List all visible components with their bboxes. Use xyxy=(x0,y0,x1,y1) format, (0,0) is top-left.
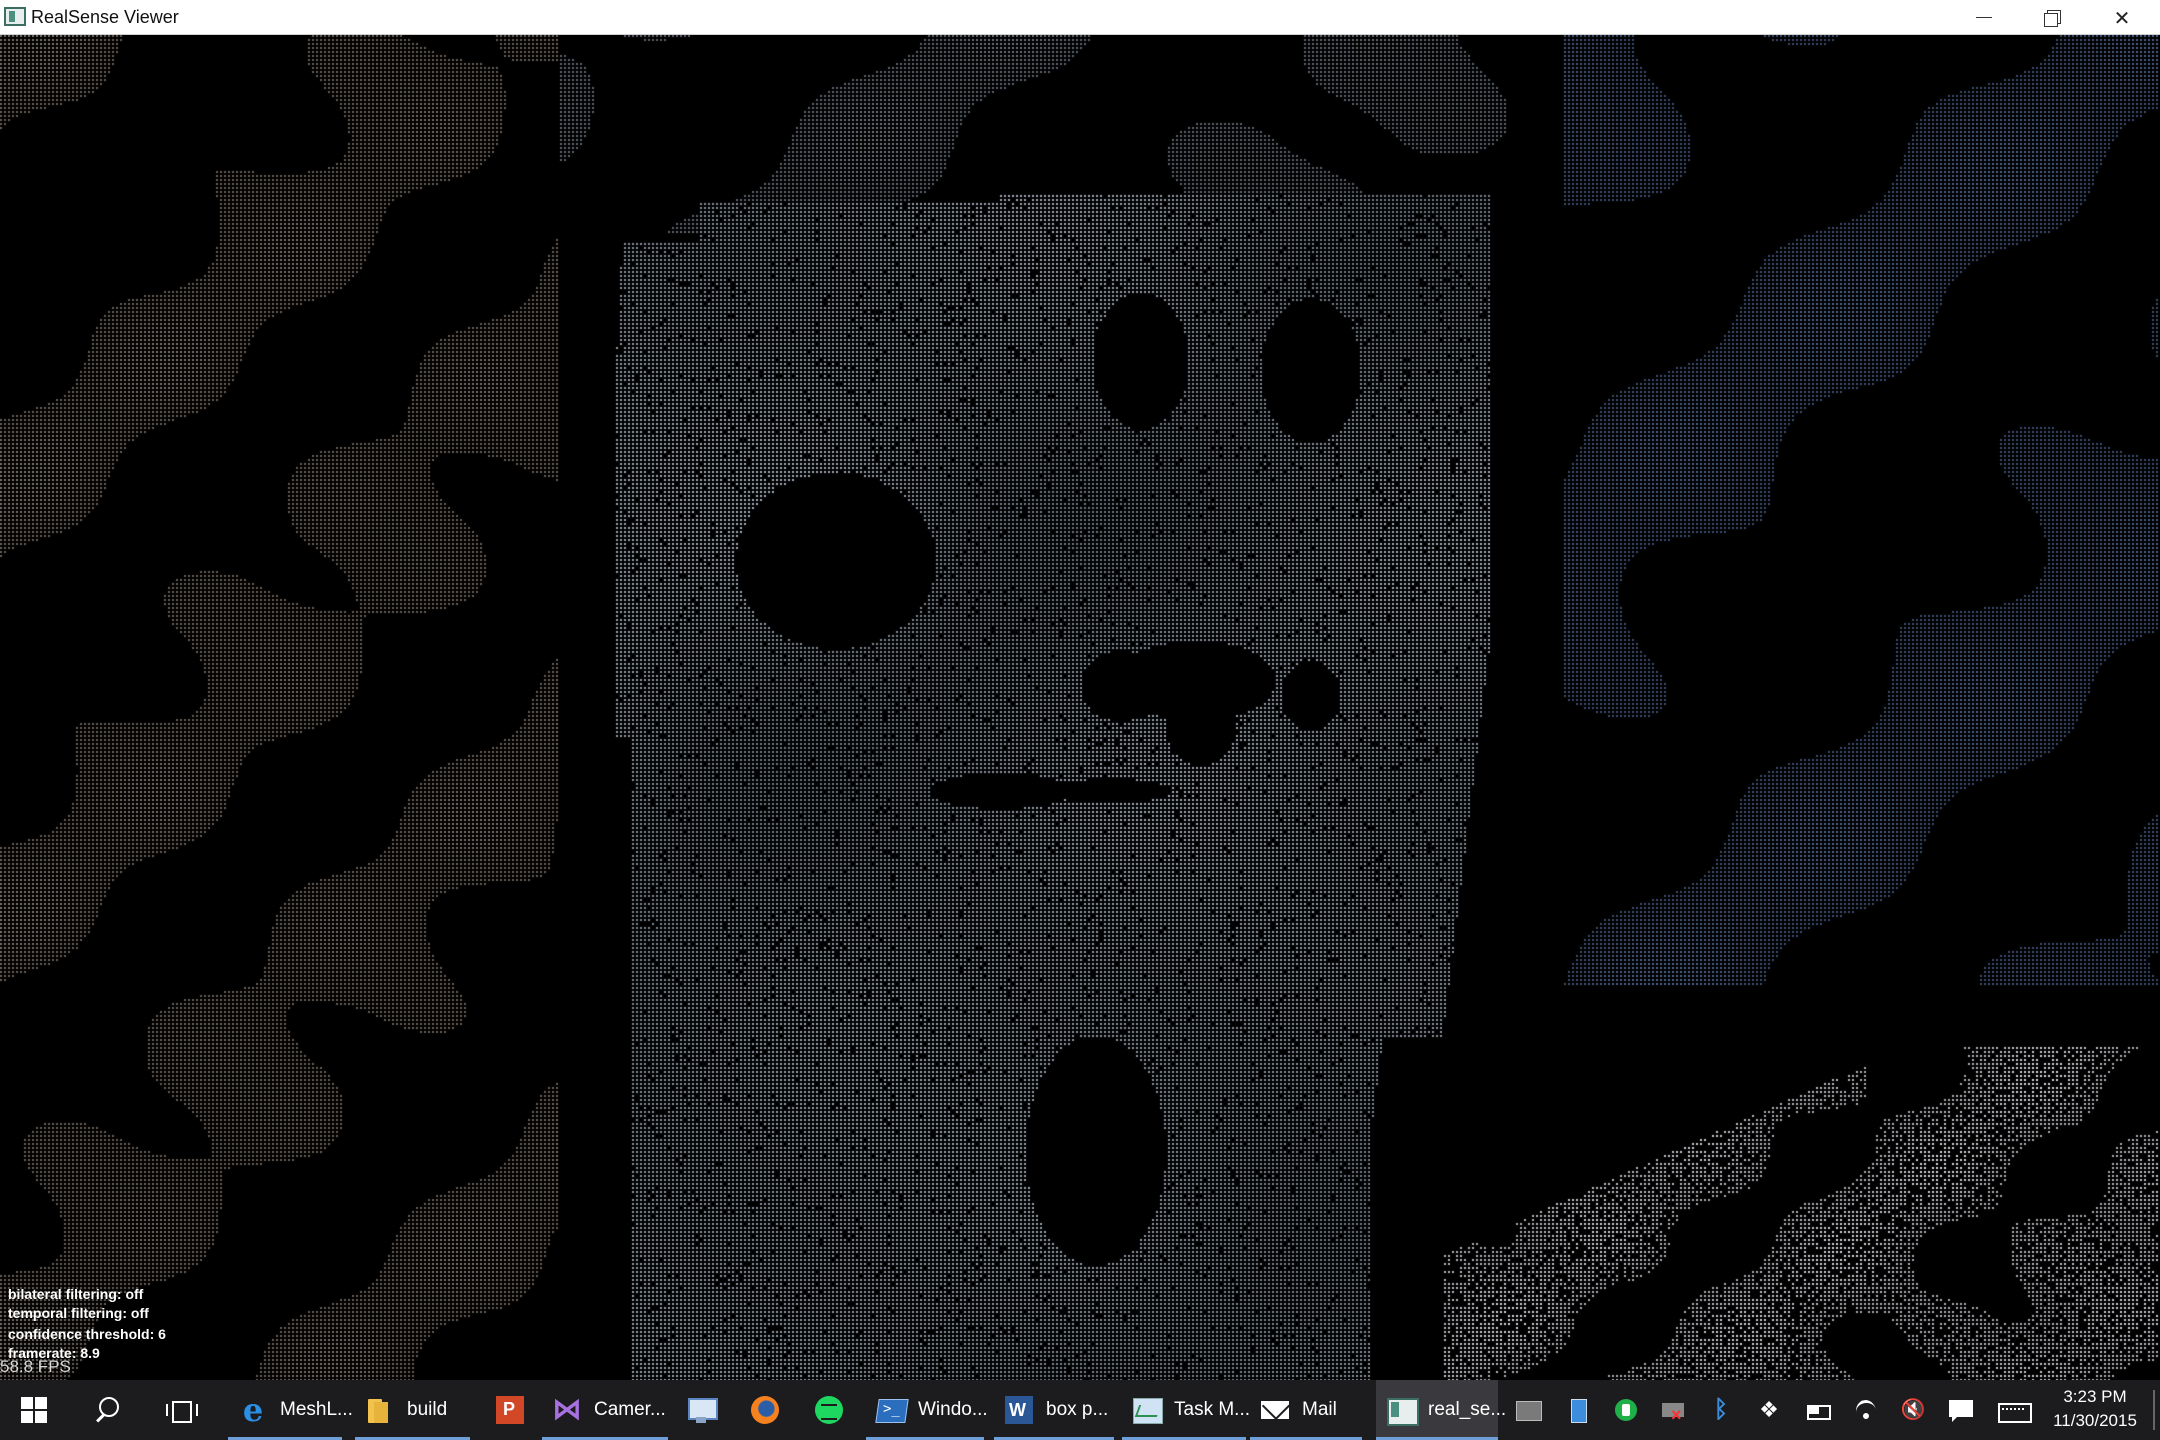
realsense-icon xyxy=(1386,1395,1419,1426)
tray-app-icon[interactable] xyxy=(1515,1397,1542,1423)
minimize-button[interactable] xyxy=(1950,0,2018,35)
confidence-threshold-status: confidence threshold: 6 xyxy=(8,1326,166,1342)
taskbar-app-powerpoint[interactable] xyxy=(484,1380,534,1440)
close-icon: ✕ xyxy=(2113,5,2131,30)
bilateral-filter-status: bilateral filtering: off xyxy=(8,1286,144,1302)
start-button[interactable] xyxy=(0,1380,68,1440)
powershell-icon xyxy=(876,1395,906,1425)
task-manager-icon xyxy=(1132,1395,1163,1425)
taskbar-app-realsense-viewer[interactable]: real_se... xyxy=(1376,1380,1506,1440)
clock-date: 11/30/2015 xyxy=(2053,1411,2137,1430)
taskbar-app-label: build xyxy=(407,1399,448,1420)
spotify-icon xyxy=(814,1395,844,1425)
taskbar-app-powershell[interactable]: Windo... xyxy=(866,1380,988,1440)
taskbar-app-explorer[interactable]: build xyxy=(355,1380,470,1440)
filter-status-overlay: bilateral filtering: off temporal filter… xyxy=(8,1285,166,1363)
taskbar: e MeshL... build ⋈ Camer... Windo... box… xyxy=(0,1380,2160,1440)
volume-muted-icon[interactable]: 🔇 xyxy=(1900,1397,1926,1423)
depth-point-cloud-canvas[interactable] xyxy=(0,35,2160,1380)
mail-icon xyxy=(1260,1395,1290,1425)
tray-display-icon[interactable] xyxy=(1565,1397,1591,1423)
fps-counter: 58.8 FPS xyxy=(0,1357,71,1376)
keyboard-icon[interactable] xyxy=(1998,1397,2032,1423)
search-button[interactable] xyxy=(76,1380,136,1440)
taskbar-app-remote-desktop[interactable] xyxy=(676,1380,726,1440)
depth-viewport[interactable]: bilateral filtering: off temporal filter… xyxy=(0,35,2160,1380)
taskbar-app-spotify[interactable] xyxy=(804,1380,854,1440)
firefox-icon xyxy=(750,1395,780,1425)
temporal-filter-status: temporal filtering: off xyxy=(8,1305,149,1321)
search-icon xyxy=(93,1397,119,1423)
remote-desktop-icon xyxy=(686,1395,718,1425)
show-desktop-button[interactable] xyxy=(2153,1390,2155,1430)
bluetooth-icon[interactable]: ᛒ xyxy=(1708,1397,1734,1423)
window-title: RealSense Viewer xyxy=(31,7,179,27)
battery-icon[interactable] xyxy=(1805,1397,1831,1423)
taskbar-app-mail[interactable]: Mail xyxy=(1250,1380,1362,1440)
title-bar: RealSense Viewer ✕ xyxy=(0,0,2160,35)
edge-icon: e xyxy=(242,1391,264,1429)
word-icon xyxy=(1004,1395,1034,1425)
taskbar-app-firefox[interactable] xyxy=(740,1380,790,1440)
tray-network-error-icon[interactable] xyxy=(1660,1397,1686,1426)
taskbar-app-label: Mail xyxy=(1302,1399,1337,1420)
visual-studio-icon: ⋈ xyxy=(552,1392,582,1427)
taskbar-app-label: box p... xyxy=(1046,1399,1109,1420)
taskbar-app-label: Windo... xyxy=(918,1399,988,1420)
realsense-app-icon xyxy=(4,7,26,26)
clock-time: 3:23 PM xyxy=(2063,1387,2127,1406)
action-center-icon[interactable] xyxy=(1948,1397,1974,1423)
taskbar-app-task-manager[interactable]: Task M... xyxy=(1122,1380,1250,1440)
tray-green-app-icon[interactable] xyxy=(1613,1397,1639,1423)
taskbar-app-label: Camer... xyxy=(594,1399,666,1420)
minimize-icon xyxy=(1976,16,1992,19)
taskbar-app-label: real_se... xyxy=(1428,1399,1507,1420)
restore-button[interactable] xyxy=(2018,0,2086,35)
restore-icon xyxy=(2044,9,2061,27)
powerpoint-icon xyxy=(494,1395,524,1425)
task-view-icon xyxy=(166,1398,198,1423)
windows-logo-icon xyxy=(21,1397,47,1423)
folder-icon xyxy=(365,1395,395,1425)
close-button[interactable]: ✕ xyxy=(2088,0,2156,35)
taskbar-app-word[interactable]: box p... xyxy=(994,1380,1114,1440)
taskbar-app-label: MeshL... xyxy=(280,1399,353,1420)
dropbox-icon[interactable]: ❖ xyxy=(1756,1397,1782,1423)
wifi-icon[interactable] xyxy=(1853,1397,1879,1423)
taskbar-app-edge[interactable]: e MeshL... xyxy=(228,1380,353,1440)
taskbar-app-label: Task M... xyxy=(1174,1399,1251,1420)
taskbar-app-visual-studio[interactable]: ⋈ Camer... xyxy=(542,1380,668,1440)
taskbar-clock[interactable]: 3:23 PM 11/30/2015 xyxy=(2040,1380,2150,1440)
task-view-button[interactable] xyxy=(150,1380,210,1440)
